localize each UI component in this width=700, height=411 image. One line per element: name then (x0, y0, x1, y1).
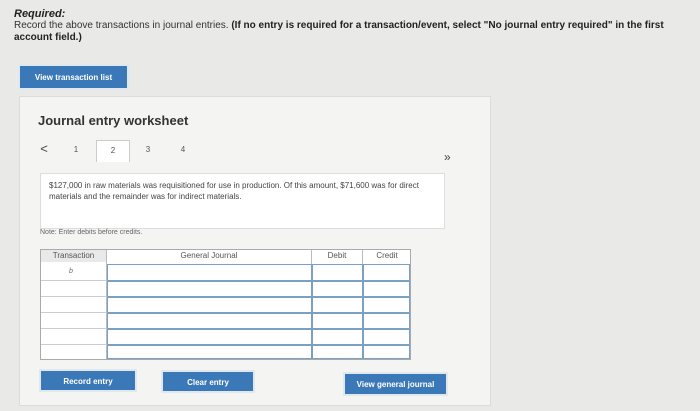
transaction-value: b (69, 268, 73, 275)
account-input[interactable] (107, 329, 312, 345)
debit-input[interactable] (312, 345, 363, 359)
record-entry-button[interactable]: Record entry (41, 371, 135, 390)
entry-note: Note: Enter debits before credits. (40, 229, 143, 236)
debit-input[interactable] (312, 297, 363, 313)
debit-input[interactable] (312, 313, 363, 329)
tab-4[interactable]: 4 (166, 140, 200, 162)
transaction-description: $127,000 in raw materials was requisitio… (40, 173, 445, 229)
account-input[interactable] (107, 313, 312, 329)
debit-input[interactable] (312, 281, 363, 297)
tab-2[interactable]: 2 (96, 140, 130, 162)
account-input[interactable] (107, 345, 312, 359)
view-general-journal-button[interactable]: View general journal (345, 374, 446, 394)
tab-1[interactable]: 1 (56, 140, 96, 162)
credit-input[interactable] (363, 329, 410, 345)
header-transaction: Transaction (41, 250, 106, 262)
required-label: Required: (14, 8, 66, 20)
credit-input[interactable] (363, 313, 410, 329)
debit-input[interactable] (312, 329, 363, 345)
prev-arrow-icon[interactable]: < (34, 140, 54, 162)
credit-input[interactable] (363, 264, 410, 281)
header-general-journal: General Journal (180, 251, 238, 260)
debit-input[interactable] (312, 264, 363, 281)
next-arrow-icon[interactable]: » (444, 150, 451, 164)
credit-input[interactable] (363, 345, 410, 359)
credit-input[interactable] (363, 297, 410, 313)
header-credit: Credit (376, 251, 398, 260)
tab-3[interactable]: 3 (132, 140, 164, 162)
journal-table: Transaction General Journal Debit Credit… (40, 249, 411, 360)
view-transaction-list-button[interactable]: View transaction list (20, 66, 127, 88)
account-input[interactable] (107, 281, 312, 297)
required-instructions: Record the above transactions in journal… (14, 20, 684, 44)
header-debit: Debit (327, 251, 347, 260)
instructions-text: Record the above transactions in journal… (14, 20, 232, 31)
worksheet-title: Journal entry worksheet (38, 113, 189, 128)
account-input[interactable] (107, 264, 312, 281)
account-input[interactable] (107, 297, 312, 313)
clear-entry-button[interactable]: Clear entry (163, 372, 253, 391)
credit-input[interactable] (363, 281, 410, 297)
